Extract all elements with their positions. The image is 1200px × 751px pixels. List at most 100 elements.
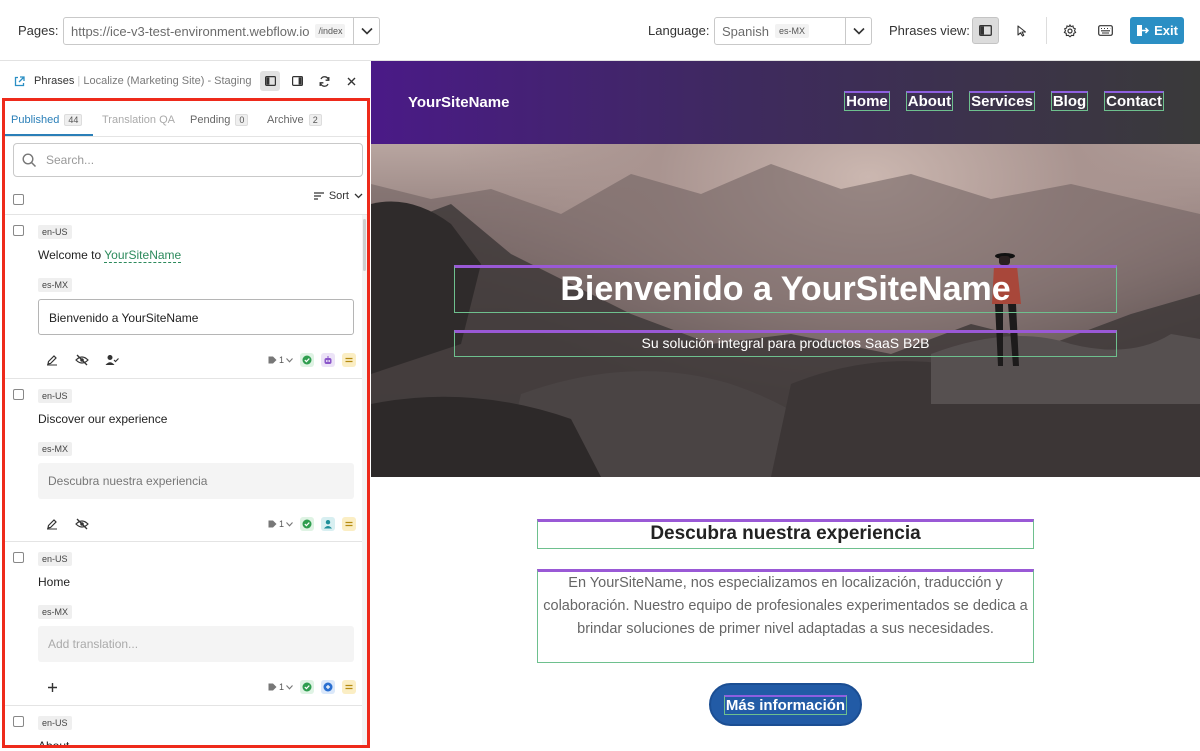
exit-icon	[1137, 25, 1150, 36]
tag-count-value: 1	[278, 355, 284, 365]
published-status[interactable]	[300, 353, 314, 367]
close-panel-button[interactable]	[341, 71, 361, 91]
tab-translation-qa[interactable]: Translation QA	[102, 114, 175, 126]
dock-right-button[interactable]	[287, 71, 307, 91]
settings-button[interactable]	[1056, 17, 1083, 44]
tag-count[interactable]: 1	[268, 519, 293, 529]
hero-title[interactable]: Bienvenido a YourSiteName	[454, 268, 1117, 310]
edit-icon[interactable]	[43, 351, 61, 369]
language-code: es-MX	[774, 24, 809, 38]
tag-icon	[268, 356, 277, 364]
tab-published-label: Published	[11, 114, 60, 126]
gear-icon	[1063, 23, 1076, 38]
sort-button[interactable]: Sort	[313, 190, 363, 202]
nav-link-home[interactable]: Home	[844, 91, 890, 111]
phrases-view-label: Phrases view:	[889, 23, 970, 38]
phrase-checkbox[interactable]	[13, 225, 24, 236]
more-info-button[interactable]: Más información	[709, 683, 862, 726]
robot-icon	[324, 356, 332, 364]
translation-field[interactable]: Descubra nuestra experiencia	[38, 463, 354, 499]
source-text: Welcome to YourSiteName	[38, 248, 182, 263]
select-all-checkbox[interactable]	[13, 194, 24, 205]
phrase-checkbox[interactable]	[13, 389, 24, 400]
nav-link-services[interactable]: Services	[969, 91, 1035, 111]
site-nav-links: Home About Services Blog Contact	[844, 91, 1164, 111]
assign-user-icon[interactable]	[103, 351, 121, 369]
refresh-button[interactable]	[314, 71, 334, 91]
keyboard-shortcuts-button[interactable]	[1092, 17, 1119, 44]
site-logo[interactable]: YourSiteName	[408, 94, 509, 111]
add-icon[interactable]	[43, 678, 61, 696]
language-value: Spanish	[722, 23, 769, 39]
tab-published-count: 44	[64, 114, 83, 126]
search-input[interactable]	[46, 150, 346, 170]
tag-count-value: 1	[278, 519, 284, 529]
chevron-down-icon	[286, 684, 293, 690]
panel-left-icon	[264, 76, 276, 86]
tag-icon	[268, 520, 277, 528]
tab-pending-count: 0	[235, 114, 249, 126]
match-status[interactable]	[342, 517, 356, 531]
match-status[interactable]	[342, 680, 356, 694]
chevron-down-icon[interactable]	[845, 18, 871, 44]
chevron-down-icon[interactable]	[353, 18, 379, 44]
published-status[interactable]	[300, 680, 314, 694]
exit-button-label: Exit	[1154, 23, 1178, 38]
hide-icon[interactable]	[73, 515, 91, 533]
in-context-view-button[interactable]	[1008, 17, 1035, 44]
machine-translated-status[interactable]	[321, 353, 335, 367]
source-lang-tag: en-US	[38, 225, 72, 239]
nav-link-blog[interactable]: Blog	[1050, 91, 1089, 111]
equals-icon	[345, 357, 353, 363]
dock-left-button[interactable]	[260, 71, 280, 91]
target-lang-tag: es-MX	[38, 442, 73, 456]
tag-count[interactable]: 1	[268, 355, 293, 365]
source-lang-tag: en-US	[38, 552, 72, 566]
exit-button[interactable]: Exit	[1130, 17, 1184, 44]
nav-link-about[interactable]: About	[905, 91, 954, 111]
equals-icon	[345, 521, 353, 527]
section-body[interactable]: En YourSiteName, nos especializamos en l…	[539, 572, 1032, 641]
sidebar-view-button[interactable]	[972, 17, 999, 44]
site-preview: YourSiteName Home About Services Blog Co…	[371, 61, 1200, 751]
tag-count[interactable]: 1	[268, 682, 293, 692]
phrase-checkbox[interactable]	[13, 716, 24, 727]
published-status[interactable]	[300, 517, 314, 531]
active-tab-indicator	[5, 134, 93, 136]
section-title[interactable]: Descubra nuestra experiencia	[537, 523, 1034, 545]
page-url-text: https://ice-v3-test-environment.webflow.…	[71, 23, 310, 39]
edit-icon[interactable]	[43, 515, 61, 533]
external-link-icon[interactable]	[14, 74, 25, 92]
phrase-checkbox[interactable]	[13, 552, 24, 563]
translation-field[interactable]: Add translation...	[38, 626, 354, 662]
source-variable: YourSiteName	[104, 248, 182, 263]
tab-published[interactable]: Published 44	[11, 114, 83, 126]
hero-subtitle[interactable]: Su solución integral para productos SaaS…	[454, 335, 1117, 351]
toolbar-divider	[1046, 17, 1047, 44]
tab-archive-label: Archive	[267, 114, 304, 126]
tab-pending-label: Pending	[190, 114, 231, 126]
nav-link-contact[interactable]: Contact	[1104, 91, 1164, 111]
refresh-icon	[319, 75, 329, 87]
keyboard-icon	[1098, 25, 1113, 36]
pending-status[interactable]	[321, 680, 335, 694]
page-url-select[interactable]: https://ice-v3-test-environment.webflow.…	[63, 17, 380, 45]
phrase-tabs: Published 44 Translation QA Pending 0 Arch…	[5, 101, 367, 137]
tab-archive[interactable]: Archive 2	[267, 114, 322, 126]
hide-icon[interactable]	[73, 351, 91, 369]
check-icon	[302, 355, 312, 365]
phrase-entry: en-US Home es-MX Add translation... 1	[5, 542, 362, 706]
panel-title: Phrases | Localize (Marketing Site) - St…	[34, 75, 252, 87]
human-translated-status[interactable]	[321, 517, 335, 531]
match-status[interactable]	[342, 353, 356, 367]
scrollbar-thumb[interactable]	[363, 219, 366, 271]
tab-pending[interactable]: Pending 0	[190, 114, 249, 126]
tag-count-value: 1	[278, 682, 284, 692]
search-box	[13, 143, 363, 177]
translation-field[interactable]: Bienvenido a YourSiteName	[38, 299, 354, 335]
scrollbar-track[interactable]	[362, 215, 367, 745]
info-icon	[323, 682, 333, 692]
language-select[interactable]: Spanish es-MX	[714, 17, 872, 45]
source-text: About	[38, 739, 70, 748]
cursor-icon	[1016, 24, 1026, 37]
